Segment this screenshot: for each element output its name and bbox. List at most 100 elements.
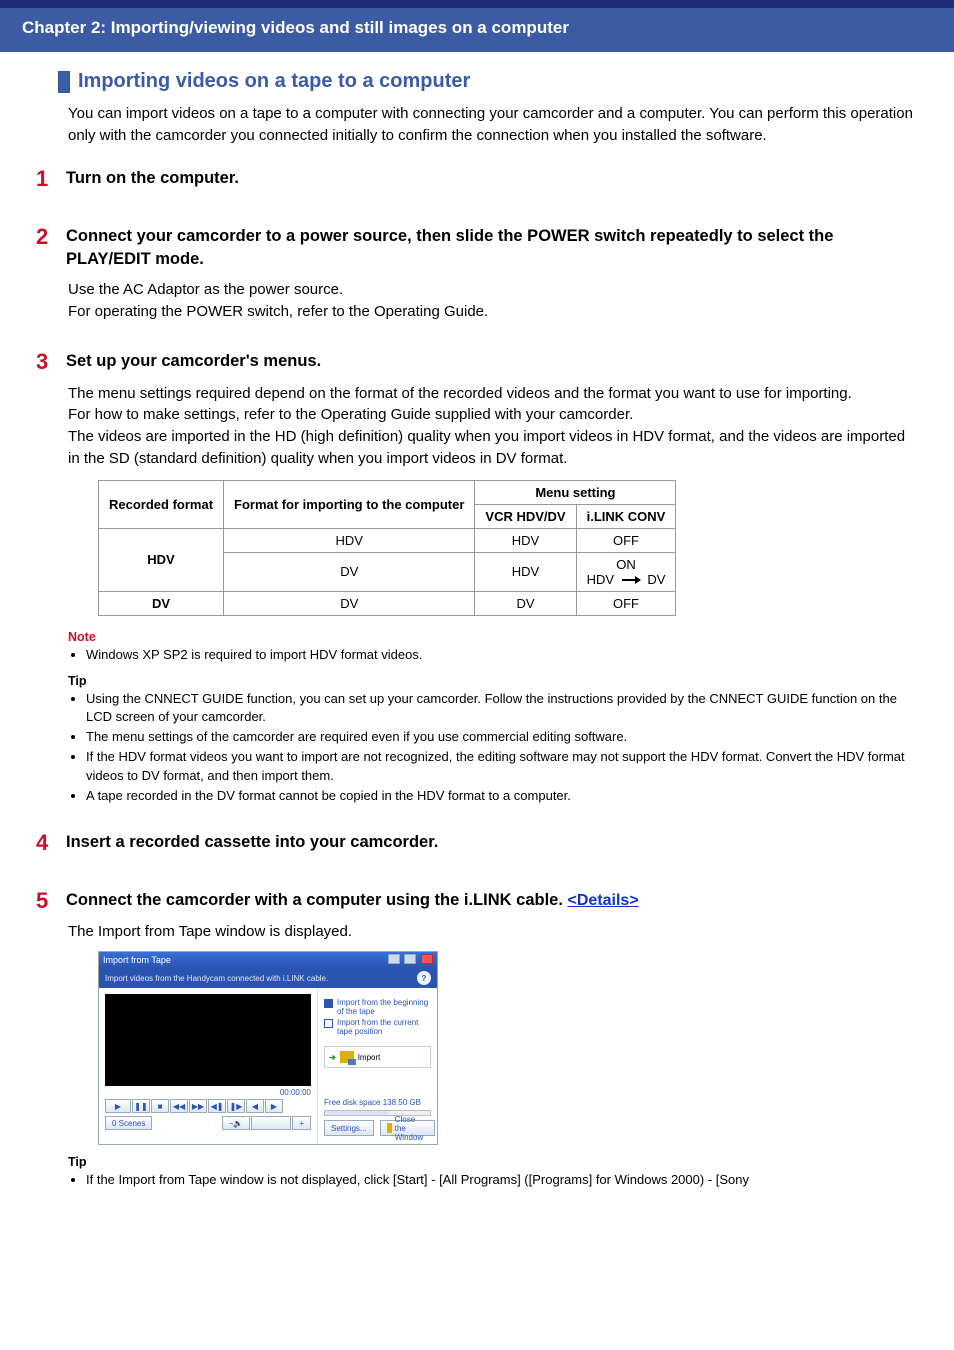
mock-video-preview <box>105 994 311 1086</box>
step-number: 2 <box>36 225 66 249</box>
cell-recorded: HDV <box>99 528 224 591</box>
mock-import-label: Import <box>358 1053 381 1062</box>
chapter-header: Chapter 2: Importing/viewing videos and … <box>0 8 954 52</box>
mock-close-button: Close the Window <box>380 1120 435 1136</box>
mock-close-label: Close the Window <box>395 1115 428 1142</box>
radio-icon <box>324 1019 333 1028</box>
th-ilink-conv: i.LINK CONV <box>576 504 676 528</box>
ilink-from: HDV <box>587 572 614 587</box>
step-2: 2 Connect your camcorder to a power sour… <box>68 225 920 323</box>
cell-recorded: DV <box>99 591 224 615</box>
cell-ilink: OFF <box>576 528 676 552</box>
mock-timecode: 00:00:00 <box>105 1086 311 1099</box>
step-heading-text: Connect the camcorder with a computer us… <box>66 891 568 909</box>
mock-transport-controls: ▶ ❚❚ ■ ◀◀ ▶▶ ◀❚ ❚▶ ◀ ▶ <box>105 1099 311 1113</box>
note-label: Note <box>68 630 920 644</box>
mock-free-space: Free disk space 138.50 GB <box>324 1098 431 1107</box>
mock-option-begin: Import from the beginning of the tape <box>324 998 431 1016</box>
rewind-icon: ◀◀ <box>170 1099 188 1113</box>
details-link[interactable]: <Details> <box>568 892 639 909</box>
cell-format: DV <box>224 591 475 615</box>
list-item: A tape recorded in the DV format cannot … <box>86 787 920 805</box>
close-icon <box>421 954 433 964</box>
note-list: Windows XP SP2 is required to import HDV… <box>68 646 920 664</box>
page-content: Importing videos on a tape to a computer… <box>0 52 954 1211</box>
step-3: 3 Set up your camcorder's menus. The men… <box>68 350 920 805</box>
frame-back-icon: ◀❚ <box>208 1099 226 1113</box>
list-item: Using the CNNECT GUIDE function, you can… <box>86 690 920 726</box>
cell-vcr: DV <box>475 591 576 615</box>
step-body: The Import from Tape window is displayed… <box>68 921 920 943</box>
step-number: 5 <box>36 889 66 913</box>
arrow-right-icon: ➔ <box>329 1053 336 1062</box>
step-number: 3 <box>36 350 66 374</box>
pause-icon: ❚❚ <box>132 1099 150 1113</box>
help-icon: ? <box>417 971 431 985</box>
cell-ilink: ON HDV DV <box>576 552 676 591</box>
arrow-right-icon <box>622 579 640 581</box>
tip-list: If the Import from Tape window is not di… <box>68 1171 920 1189</box>
stop-icon: ■ <box>151 1099 169 1113</box>
exit-icon <box>387 1123 392 1133</box>
cell-format: DV <box>224 552 475 591</box>
mock-settings-button: Settings... <box>324 1120 374 1136</box>
slow-back-icon: ◀ <box>246 1099 264 1113</box>
tip-label: Tip <box>68 674 920 688</box>
step-heading: Turn on the computer. <box>66 167 239 190</box>
page-title-row: Importing videos on a tape to a computer <box>58 70 920 93</box>
mock-option-label: Import from the beginning of the tape <box>337 998 431 1016</box>
th-recorded-format: Recorded format <box>99 480 224 528</box>
frame-fwd-icon: ❚▶ <box>227 1099 245 1113</box>
step-4: 4 Insert a recorded cassette into your c… <box>68 831 920 855</box>
mock-option-label: Import from the current tape position <box>337 1018 431 1036</box>
step-heading: Set up your camcorder's menus. <box>66 350 321 373</box>
cell-ilink: OFF <box>576 591 676 615</box>
step-1: 1 Turn on the computer. <box>68 167 920 191</box>
mock-window-title: Import from Tape <box>103 955 171 965</box>
tip-list: Using the CNNECT GUIDE function, you can… <box>68 690 920 805</box>
radio-icon <box>324 999 333 1008</box>
table-row: HDV HDV HDV OFF <box>99 528 676 552</box>
mock-window-controls <box>386 954 433 966</box>
mock-titlebar: Import from Tape <box>99 952 437 968</box>
table-row: DV DV DV OFF <box>99 591 676 615</box>
mock-import-button: ➔ Import <box>324 1046 431 1068</box>
tip-label: Tip <box>68 1155 920 1169</box>
window-top-border <box>0 0 954 8</box>
vol-down-icon: −🔈 <box>222 1116 251 1130</box>
th-format-import: Format for importing to the computer <box>224 480 475 528</box>
list-item: The menu settings of the camcorder are r… <box>86 728 920 746</box>
cell-vcr: HDV <box>475 552 576 591</box>
intro-paragraph: You can import videos on a tape to a com… <box>68 103 920 147</box>
fast-forward-icon: ▶▶ <box>189 1099 207 1113</box>
import-from-tape-window-mock: Import from Tape Import videos from the … <box>98 951 438 1145</box>
list-item: If the HDV format videos you want to imp… <box>86 748 920 784</box>
minimize-icon <box>388 954 400 964</box>
th-vcr-hdvdv: VCR HDV/DV <box>475 504 576 528</box>
step-heading: Insert a recorded cassette into your cam… <box>66 831 438 854</box>
ilink-on: ON <box>616 557 636 572</box>
vol-slider <box>251 1116 291 1130</box>
step-number: 4 <box>36 831 66 855</box>
vol-up-icon: + <box>292 1116 311 1130</box>
step-heading: Connect your camcorder to a power source… <box>66 225 920 271</box>
th-menu-setting: Menu setting <box>475 480 676 504</box>
slow-fwd-icon: ▶ <box>265 1099 283 1113</box>
folder-film-icon <box>340 1051 354 1063</box>
cell-format: HDV <box>224 528 475 552</box>
mock-subheader-text: Import videos from the Handycam connecte… <box>105 974 328 983</box>
step-body: The menu settings required depend on the… <box>68 383 920 470</box>
cell-vcr: HDV <box>475 528 576 552</box>
maximize-icon <box>404 954 416 964</box>
title-accent-bar <box>58 71 70 93</box>
page-title: Importing videos on a tape to a computer <box>78 70 470 93</box>
mock-subheader: Import videos from the Handycam connecte… <box>99 968 437 988</box>
step-body: Use the AC Adaptor as the power source. … <box>68 279 920 323</box>
ilink-to: DV <box>647 572 665 587</box>
step-heading: Connect the camcorder with a computer us… <box>66 889 639 912</box>
list-item: If the Import from Tape window is not di… <box>86 1171 920 1189</box>
step-5: 5 Connect the camcorder with a computer … <box>68 889 920 1189</box>
format-table: Recorded format Format for importing to … <box>98 480 676 616</box>
mock-scene-count: 0 Scenes <box>105 1116 152 1130</box>
list-item: Windows XP SP2 is required to import HDV… <box>86 646 920 664</box>
